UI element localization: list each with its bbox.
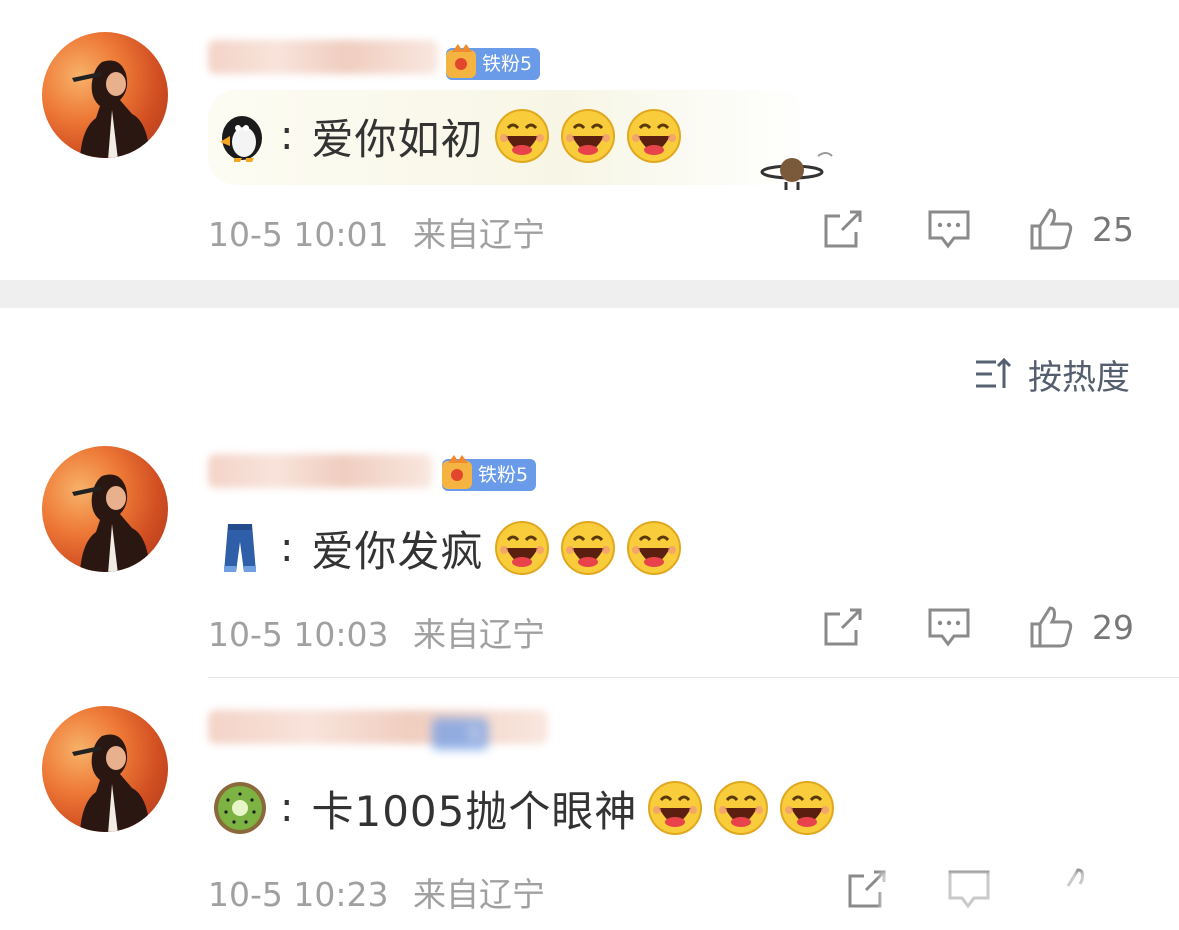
colon-separator: : xyxy=(280,113,294,159)
comment-text: 卡1005抛个眼神 xyxy=(311,786,638,836)
comment-item: 铁粉5 : 爱你如初 10-5 10:01 来自辽宁 25 xyxy=(0,0,1179,280)
share-icon[interactable] xyxy=(820,206,866,252)
laugh-emoji-icon xyxy=(647,780,703,836)
penguin-icon xyxy=(212,108,268,164)
comment-actions: 25 xyxy=(820,206,1140,256)
jeans-icon xyxy=(212,520,268,576)
sort-icon xyxy=(976,357,1012,388)
comment-content: : 爱你如初 xyxy=(212,104,682,168)
kiwi-icon xyxy=(212,780,268,836)
laugh-emoji-icon xyxy=(626,108,682,164)
crown-icon xyxy=(442,455,472,489)
laugh-emoji-icon xyxy=(560,520,616,576)
reply-icon[interactable] xyxy=(926,604,972,650)
badge-label: 5 xyxy=(468,723,481,745)
avatar[interactable] xyxy=(42,446,168,572)
comment-content: : 爱你发疯 xyxy=(212,516,682,580)
laugh-emoji-icon xyxy=(494,520,550,576)
laugh-emoji-icon xyxy=(779,780,835,836)
laugh-emoji-icon xyxy=(713,780,769,836)
crown-icon xyxy=(446,44,476,78)
comment-location: 来自辽宁 xyxy=(413,215,545,254)
username-blurred[interactable] xyxy=(208,710,548,744)
badge-label: 铁粉5 xyxy=(478,464,529,486)
comment-meta: 10-5 10:03 来自辽宁 xyxy=(208,608,545,656)
watermark-overlay xyxy=(880,872,1179,920)
like-icon[interactable] xyxy=(1028,206,1074,252)
laugh-emoji-icon xyxy=(626,520,682,576)
comment-text: 爱你如初 xyxy=(311,114,484,164)
like-count: 25 xyxy=(1092,210,1134,249)
sort-label: 按热度 xyxy=(1028,357,1130,398)
comment-location: 来自辽宁 xyxy=(413,875,545,914)
colon-separator: : xyxy=(280,785,294,831)
like-icon[interactable] xyxy=(1028,604,1074,650)
fan-badge[interactable]: 铁粉5 xyxy=(442,455,537,491)
comment-time: 10-5 10:23 xyxy=(208,875,389,914)
badge-label: 铁粉5 xyxy=(482,53,533,75)
comment-meta: 10-5 10:23 来自辽宁 xyxy=(208,868,545,916)
planet-sticker-icon xyxy=(760,152,833,190)
divider xyxy=(208,677,1179,678)
comment-meta: 10-5 10:01 来自辽宁 xyxy=(208,208,545,256)
section-separator xyxy=(0,280,1179,308)
avatar[interactable] xyxy=(42,32,168,158)
comment-location: 来自辽宁 xyxy=(413,615,545,654)
comment-text: 爱你发疯 xyxy=(311,526,484,576)
share-icon[interactable] xyxy=(820,604,866,650)
comment-item: 铁粉5 : 爱你发疯 10-5 10:03 来自辽宁 29 xyxy=(0,440,1179,680)
comment-time: 10-5 10:03 xyxy=(208,615,389,654)
comment-actions: 29 xyxy=(820,604,1140,654)
like-count: 29 xyxy=(1092,608,1134,647)
avatar[interactable] xyxy=(42,706,168,832)
colon-separator: : xyxy=(280,525,294,571)
fan-badge[interactable]: 铁粉5 xyxy=(446,44,541,80)
username-blurred[interactable] xyxy=(208,454,432,488)
comment-content: : 卡1005抛个眼神 xyxy=(212,776,835,840)
comment-time: 10-5 10:01 xyxy=(208,215,389,254)
username-blurred[interactable] xyxy=(208,40,438,74)
fan-badge[interactable]: 5 xyxy=(432,718,489,750)
laugh-emoji-icon xyxy=(560,108,616,164)
reply-icon[interactable] xyxy=(926,206,972,252)
sort-by-hot-button[interactable]: 按热度 xyxy=(974,352,1130,398)
laugh-emoji-icon xyxy=(494,108,550,164)
